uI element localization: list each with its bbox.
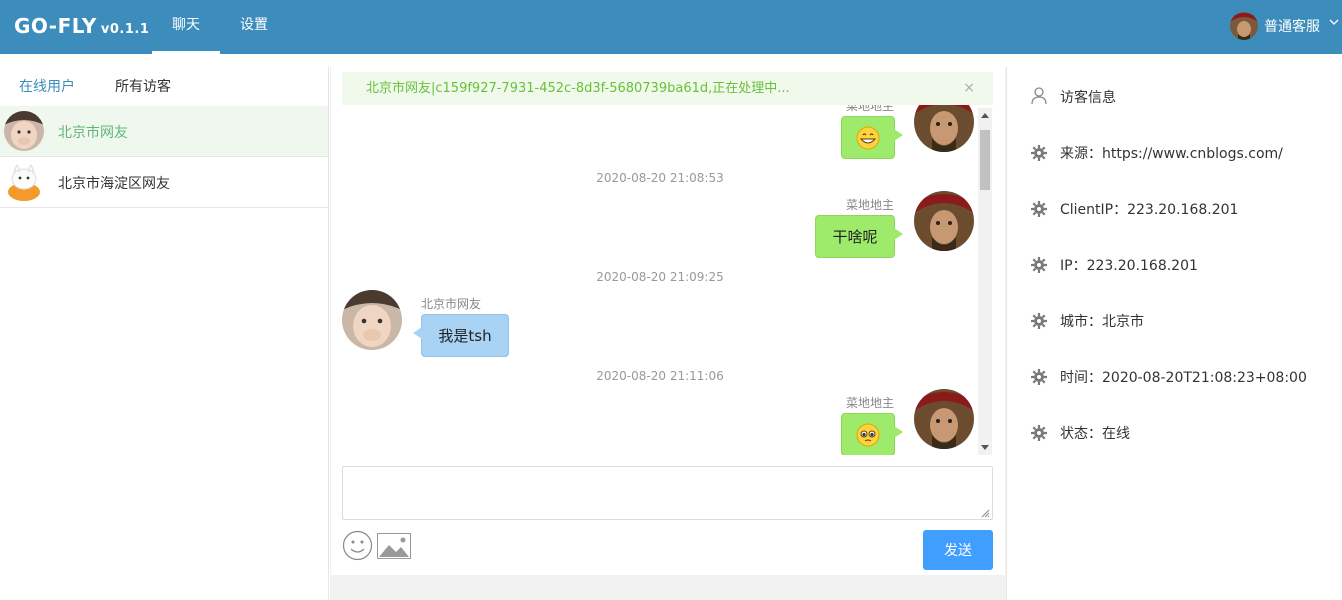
pleading-emoji-icon bbox=[856, 423, 880, 447]
message-scrollbar[interactable] bbox=[978, 108, 992, 455]
chevron-down-icon bbox=[1329, 19, 1339, 25]
emoji-icon[interactable] bbox=[342, 530, 373, 561]
gear-icon bbox=[1031, 201, 1047, 217]
send-button[interactable]: 发送 bbox=[923, 530, 993, 570]
info-time: 时间：2020-08-20T21:08:23+08:00 bbox=[1060, 370, 1307, 386]
message-bubble bbox=[841, 413, 903, 455]
message-author: 菜地地主 bbox=[846, 105, 895, 113]
scroll-thumb[interactable] bbox=[980, 130, 990, 190]
nav-settings[interactable]: 设置 bbox=[220, 0, 288, 54]
user-avatar bbox=[1230, 12, 1258, 40]
message-bubble: 我是tsh bbox=[413, 314, 509, 357]
info-city: 城市：北京市 bbox=[1060, 314, 1144, 330]
info-row: IP：223.20.168.201 bbox=[1007, 255, 1341, 275]
info-row: 来源：https://www.cnblogs.com/ bbox=[1007, 143, 1341, 163]
tab-online-users[interactable]: 在线用户 bbox=[19, 67, 75, 108]
info-ip: IP：223.20.168.201 bbox=[1060, 258, 1198, 274]
info-client-ip: ClientIP：223.20.168.201 bbox=[1060, 202, 1239, 218]
info-source: 来源：https://www.cnblogs.com/ bbox=[1060, 146, 1283, 162]
visitor-name: 北京市海淀区网友 bbox=[58, 176, 170, 192]
message-bubble bbox=[841, 116, 903, 159]
message-author: 北京市网友 bbox=[421, 297, 482, 311]
info-status: 状态：在线 bbox=[1060, 426, 1130, 442]
user-name: 普通客服 bbox=[1264, 19, 1320, 35]
gear-icon bbox=[1031, 369, 1047, 385]
notice-text: 北京市网友|c159f927-7931-452c-8d3f-5680739ba6… bbox=[366, 81, 790, 96]
message-bubble: 干啥呢 bbox=[815, 215, 903, 258]
message-list[interactable]: 菜地地主 2020-08-20 21:08:53 菜地地主 干啥呢 2020-0… bbox=[342, 105, 978, 455]
visitor-avatar bbox=[342, 290, 402, 350]
top-header: GO-FLY v0.1.1 聊天 设置 普通客服 bbox=[0, 0, 1342, 54]
message-author: 菜地地主 bbox=[846, 198, 895, 212]
agent-avatar bbox=[914, 105, 974, 152]
info-row: 状态：在线 bbox=[1007, 423, 1341, 443]
visitor-panel: 在线用户 所有访客 北京市网友 北京市海淀区网友 bbox=[0, 67, 329, 600]
app-title: GO-FLY bbox=[14, 14, 97, 38]
visitor-tabs: 在线用户 所有访客 bbox=[0, 67, 328, 108]
close-icon[interactable]: × bbox=[963, 72, 975, 105]
message-author: 菜地地主 bbox=[846, 396, 895, 410]
status-notice: 北京市网友|c159f927-7931-452c-8d3f-5680739ba6… bbox=[342, 72, 993, 105]
gear-icon bbox=[1031, 313, 1047, 329]
message-timestamp: 2020-08-20 21:09:25 bbox=[596, 270, 724, 284]
tab-all-visitors[interactable]: 所有访客 bbox=[115, 67, 171, 107]
scroll-down-arrow-icon[interactable] bbox=[981, 445, 989, 450]
message-input[interactable] bbox=[342, 466, 993, 520]
user-icon bbox=[1031, 87, 1047, 105]
nav-chat[interactable]: 聊天 bbox=[152, 0, 220, 54]
visitor-item[interactable]: 北京市网友 bbox=[0, 106, 328, 157]
resize-grip-icon[interactable] bbox=[980, 508, 990, 518]
message-timestamp: 2020-08-20 21:08:53 bbox=[596, 171, 724, 185]
app-brand: GO-FLY v0.1.1 bbox=[14, 14, 149, 38]
gear-icon bbox=[1031, 145, 1047, 161]
gear-icon bbox=[1031, 425, 1047, 441]
image-icon[interactable] bbox=[377, 533, 411, 559]
user-menu[interactable]: 普通客服 bbox=[1224, 0, 1342, 54]
app-version: v0.1.1 bbox=[100, 22, 150, 37]
visitor-name: 北京市网友 bbox=[58, 125, 128, 141]
visitor-avatar bbox=[4, 162, 44, 202]
agent-avatar bbox=[914, 191, 974, 251]
scroll-up-arrow-icon[interactable] bbox=[981, 113, 989, 118]
agent-avatar bbox=[914, 389, 974, 449]
visitor-avatar bbox=[4, 111, 44, 151]
info-row: ClientIP：223.20.168.201 bbox=[1007, 199, 1341, 219]
info-title: 访客信息 bbox=[1060, 90, 1116, 106]
visitor-info-panel: 访客信息 来源：https://www.cnblogs.com/ ClientI… bbox=[1006, 67, 1340, 600]
grin-emoji-icon bbox=[856, 126, 880, 150]
info-row: 城市：北京市 bbox=[1007, 311, 1341, 331]
visitor-item[interactable]: 北京市海淀区网友 bbox=[0, 157, 328, 208]
message-timestamp: 2020-08-20 21:11:06 bbox=[596, 369, 724, 383]
info-row: 时间：2020-08-20T21:08:23+08:00 bbox=[1007, 367, 1341, 387]
gear-icon bbox=[1031, 257, 1047, 273]
